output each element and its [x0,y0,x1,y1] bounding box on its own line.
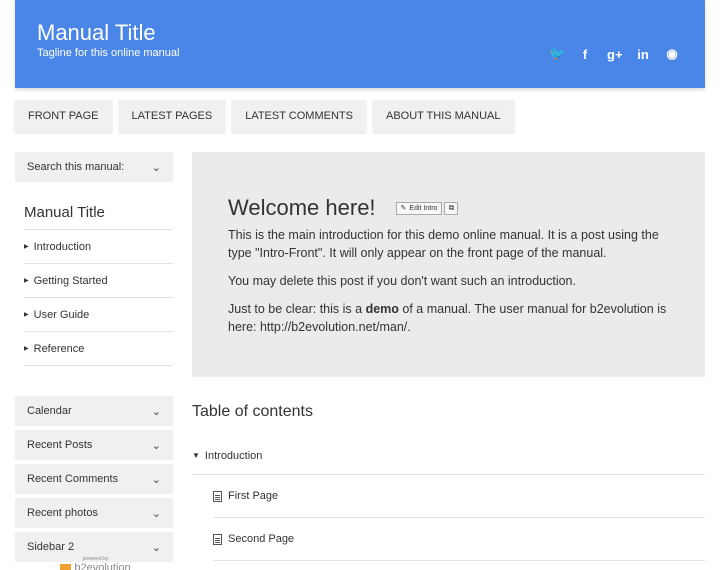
sidebar-item-label: Getting Started [33,274,108,287]
caret-down-icon: ▼ [192,451,200,460]
sidebar-item-label: Reference [33,342,85,355]
sidebar-item-user-guide[interactable]: ▶ User Guide [24,297,173,331]
widget-label: Recent Comments [27,473,119,485]
intro-post: Welcome here! ✎ Edit Intro ⧉ This is the … [192,152,705,377]
copy-button[interactable]: ⧉ [444,201,459,215]
b2evolution-logo-icon [60,563,72,570]
table-of-contents: ▼ Introduction First Page Second Page [192,437,705,561]
tab-front-page[interactable]: FRONT PAGE [15,100,112,132]
search-widget-label: Search this manual: [27,161,125,173]
tab-about-manual[interactable]: ABOUT THIS MANUAL [372,100,514,132]
widget-label: Sidebar 2 [27,541,75,553]
sidebar: Search this manual: ⌄ Manual Title ▶ Intr… [15,152,173,566]
document-icon [213,533,222,545]
widget-recent-photos[interactable]: Recent photos ⌄ [15,498,173,528]
copy-icon: ⧉ [448,203,455,212]
widget-label: Recent photos [27,507,98,519]
sidebar-item-reference[interactable]: ▶ Reference [24,331,173,365]
toc-page-label: First Page [228,490,279,502]
edit-intro-button[interactable]: ✎ Edit Intro [395,201,443,215]
intro-paragraph-1: This is the main introduction for this d… [228,228,659,260]
toc-chapter-label: Introduction [204,449,263,462]
main-nav: FRONT PAGE LATEST PAGES LATEST COMMENTS … [15,100,514,132]
site-header: Manual Title Tagline for this online man… [15,0,705,88]
site-tagline: Tagline for this online manual [37,47,180,59]
pencil-icon: ✎ [400,205,407,212]
intro-heading: Welcome here! [228,195,376,220]
sidebar-item-getting-started[interactable]: ▶ Getting Started [24,263,173,297]
caret-right-icon: ▶ [24,244,29,250]
toc-page-label: Second Page [228,533,295,545]
chevron-down-icon: ⌄ [151,541,161,554]
toc-title: Table of contents [192,403,313,420]
logo-text: b2evolution [74,562,131,570]
sidebar-item-label: User Guide [33,308,90,321]
toc-page-second[interactable]: Second Page [213,518,705,561]
b2evolution-logo: b2evolution [58,562,133,570]
linkedin-icon[interactable]: in [636,47,650,62]
text-span: Just to be clear: this is a [228,302,366,316]
b2evolution-link[interactable]: b2evolution [590,302,654,316]
document-icon [213,490,222,502]
chevron-down-icon: ⌄ [151,507,161,520]
widget-group: Calendar ⌄ Recent Posts ⌄ Recent Comments ⌄… [15,396,173,562]
widget-label: Recent Posts [27,439,93,451]
toc-page-first[interactable]: First Page [213,475,705,518]
caret-right-icon: ▶ [24,278,29,284]
chapter-list: ▶ Introduction ▶ Getting Started ▶ User Gui… [24,229,173,366]
chevron-down-icon: ⌄ [151,439,161,452]
chevron-down-icon: ⌄ [151,405,161,418]
widget-calendar[interactable]: Calendar ⌄ [15,396,173,426]
text-span: of a manual. The user manual for [398,302,590,316]
sidebar-manual-title[interactable]: Manual Title [24,204,173,221]
widget-label: Calendar [27,405,72,417]
sidebar-item-introduction[interactable]: ▶ Introduction [24,229,173,263]
toc-chapter-introduction[interactable]: ▼ Introduction [192,437,705,475]
caret-right-icon: ▶ [24,346,29,352]
search-widget[interactable]: Search this manual: ⌄ [15,152,173,182]
powered-by-badge[interactable]: powered by b2evolution [58,556,133,570]
twitter-icon[interactable]: 🐦 [549,46,565,62]
caret-right-icon: ▶ [24,312,29,318]
widget-recent-posts[interactable]: Recent Posts ⌄ [15,430,173,460]
intro-paragraph-3: Just to be clear: this is a demo of a ma… [228,300,678,336]
chevron-down-icon: ⌄ [151,473,161,486]
tab-latest-comments[interactable]: LATEST COMMENTS [232,100,366,132]
intro-paragraph-2: You may delete this post if you don't wa… [228,274,576,288]
googleplus-icon[interactable]: g+ [607,47,623,62]
edit-intro-label: Edit Intro [409,204,438,212]
tab-latest-pages[interactable]: LATEST PAGES [118,100,226,132]
intro-body: This is the main introduction for this d… [228,226,678,346]
social-links: 🐦 f g+ in ◉ [549,46,679,62]
intro-header: Welcome here! ✎ Edit Intro ⧉ [228,195,459,221]
site-title[interactable]: Manual Title [37,20,156,46]
github-icon[interactable]: ◉ [665,46,679,62]
facebook-icon[interactable]: f [578,47,592,62]
widget-recent-comments[interactable]: Recent Comments ⌄ [15,464,173,494]
chevron-down-icon: ⌄ [151,161,161,174]
emphasis-demo: demo [365,302,399,316]
sidebar-item-label: Introduction [33,240,92,253]
